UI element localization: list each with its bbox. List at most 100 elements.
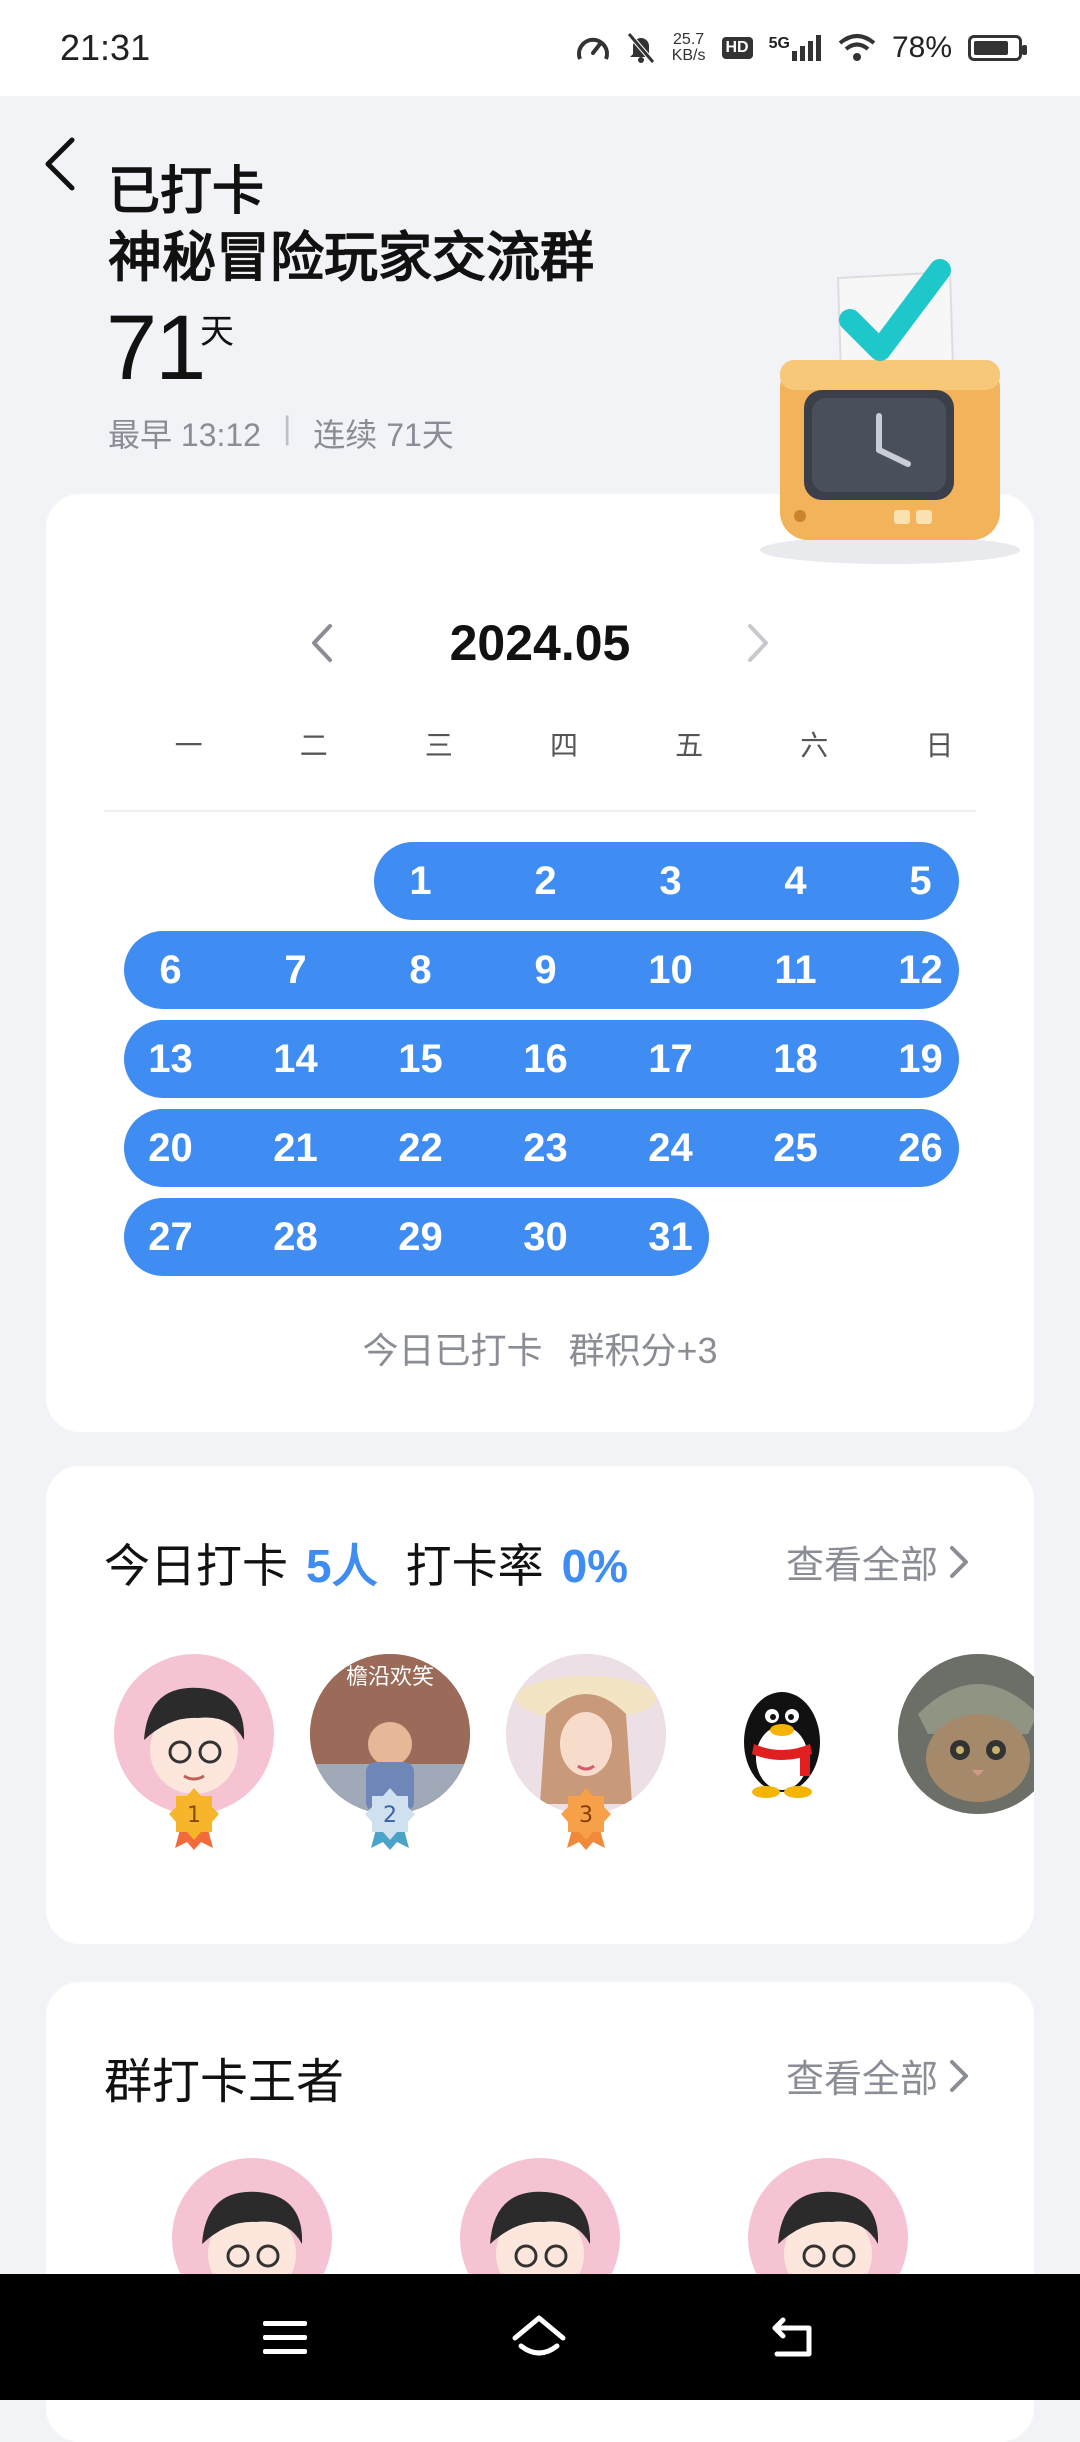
medal-bronze-icon: 3 bbox=[561, 1788, 611, 1850]
calendar-day[interactable]: 25 bbox=[756, 1109, 836, 1187]
kings-view-all-button[interactable]: 查看全部 bbox=[786, 2048, 970, 2103]
calendar-day[interactable]: 1 bbox=[381, 842, 461, 920]
battery-percent: 78% bbox=[891, 31, 952, 64]
calendar-day[interactable]: 10 bbox=[631, 931, 711, 1009]
today-view-all-button[interactable]: 查看全部 bbox=[786, 1534, 970, 1589]
calendar-day[interactable]: 23 bbox=[506, 1109, 586, 1187]
network-speed: 25.7 KB/s bbox=[672, 32, 706, 64]
battery-icon bbox=[968, 35, 1027, 61]
earliest-time: 最早 13:12 bbox=[108, 417, 261, 453]
calendar-day[interactable]: 6 bbox=[131, 931, 211, 1009]
checkin-kings-title: 群打卡王者 bbox=[104, 2056, 345, 2109]
today-avatar-list: 檐沿欢笑 1 2 3 bbox=[46, 1654, 1034, 1884]
calendar-divider bbox=[104, 810, 976, 812]
calendar-day[interactable]: 7 bbox=[256, 931, 336, 1009]
cat-photo-avatar bbox=[898, 1654, 1034, 1814]
home-icon[interactable] bbox=[509, 2312, 569, 2362]
calendar-day[interactable]: 12 bbox=[881, 931, 961, 1009]
calendar-day[interactable]: 3 bbox=[631, 842, 711, 920]
weekday-label: 一 bbox=[174, 730, 203, 761]
checkin-summary: 最早 13:12 | 连续 71天 bbox=[108, 410, 454, 456]
avatar[interactable] bbox=[898, 1654, 1034, 1814]
today-view-all-label: 查看全部 bbox=[785, 1545, 938, 1587]
calendar-day[interactable]: 16 bbox=[506, 1020, 586, 1098]
weekday-label: 二 bbox=[299, 730, 328, 761]
weekday-header: 一二三四五六日 bbox=[126, 724, 1002, 764]
checkin-mascot-illustration bbox=[760, 259, 1020, 564]
calendar-day[interactable]: 20 bbox=[131, 1109, 211, 1187]
today-checkin-status: 今日已打卡 群积分+3 bbox=[46, 1322, 1034, 1374]
calendar-day[interactable]: 13 bbox=[131, 1020, 211, 1098]
weekday-label: 六 bbox=[800, 730, 829, 761]
medal-rank-2: 2 bbox=[383, 1803, 397, 1828]
today-checkin-count: 5人 bbox=[306, 1540, 378, 1592]
today-checkin-label: 今日打卡 bbox=[104, 1540, 288, 1592]
speed-value: 25.7 bbox=[673, 31, 705, 48]
prev-month-button[interactable] bbox=[304, 620, 340, 666]
speedometer-icon bbox=[576, 37, 609, 60]
page-title: 已打卡 bbox=[108, 163, 265, 221]
status-icons: 25.7 KB/s HD 5G 78% bbox=[576, 31, 1027, 65]
calendar-day[interactable]: 22 bbox=[381, 1109, 461, 1187]
avatar-caption: 檐沿欢笑 bbox=[346, 1665, 434, 1690]
system-nav-bar bbox=[0, 2274, 1080, 2400]
medal-gold-icon: 1 bbox=[169, 1788, 219, 1850]
calendar-day[interactable]: 28 bbox=[256, 1198, 336, 1276]
network-type: 5G bbox=[768, 35, 790, 52]
calendar-day[interactable]: 14 bbox=[256, 1020, 336, 1098]
calendar-day[interactable]: 18 bbox=[756, 1020, 836, 1098]
signal-5g: 5G bbox=[769, 35, 822, 61]
checkin-rate-label: 打卡率 bbox=[405, 1540, 544, 1592]
calendar-day[interactable]: 11 bbox=[756, 931, 836, 1009]
calendar-day[interactable]: 19 bbox=[881, 1020, 961, 1098]
calendar-day[interactable]: 31 bbox=[631, 1198, 711, 1276]
calendar-day[interactable]: 15 bbox=[381, 1020, 461, 1098]
penguin-icon bbox=[744, 1692, 820, 1798]
calendar-card: 2024.05 一二三四五六日 1 2 3 4 5 6 7 8 9 10 11 12 13 14 15 16 1… bbox=[46, 494, 1034, 1432]
signal-icon bbox=[791, 35, 821, 61]
wifi-icon bbox=[838, 34, 876, 61]
today-checkin-header: 今日打卡 5人 打卡率 0% bbox=[104, 1530, 628, 1596]
status-time: 21:31 bbox=[60, 27, 151, 68]
calendar-day[interactable]: 2 bbox=[506, 842, 586, 920]
today-checkin-card: 今日打卡 5人 打卡率 0% 查看全部 檐沿欢笑 1 2 3 bbox=[46, 1466, 1034, 1944]
medal-rank-1: 1 bbox=[187, 1803, 201, 1828]
status-bar: 21:31 25.7 KB/s HD 5G 78% bbox=[0, 0, 1080, 96]
calendar-day[interactable]: 26 bbox=[881, 1109, 961, 1187]
calendar-day[interactable]: 30 bbox=[506, 1198, 586, 1276]
hd-badge: HD bbox=[721, 37, 753, 59]
mute-bell-icon bbox=[626, 32, 655, 64]
next-month-button[interactable] bbox=[740, 620, 776, 666]
streak-days: 连续 71天 bbox=[313, 417, 454, 453]
speed-unit: KB/s bbox=[671, 47, 706, 64]
month-switcher: 2024.05 bbox=[46, 614, 1034, 672]
medal-rank-3: 3 bbox=[579, 1803, 593, 1828]
today-status-text: 今日已打卡 bbox=[362, 1330, 543, 1371]
calendar-day[interactable]: 5 bbox=[881, 842, 961, 920]
weekday-label: 三 bbox=[424, 730, 453, 761]
chevron-right-icon bbox=[950, 1545, 968, 1578]
menu-icon[interactable] bbox=[261, 2317, 309, 2357]
checkin-rate-value: 0% bbox=[561, 1540, 629, 1592]
calendar-day[interactable]: 8 bbox=[381, 931, 461, 1009]
calendar-day[interactable]: 4 bbox=[756, 842, 836, 920]
chevron-right-icon bbox=[950, 2059, 968, 2092]
summary-separator: | bbox=[282, 410, 292, 446]
avatar[interactable] bbox=[702, 1654, 862, 1814]
calendar-day[interactable]: 27 bbox=[131, 1198, 211, 1276]
group-name: 神秘冒险玩家交流群 bbox=[108, 228, 594, 288]
back-button[interactable] bbox=[40, 134, 80, 194]
medal-silver-icon: 2 bbox=[365, 1788, 415, 1850]
kings-view-all-label: 查看全部 bbox=[785, 2059, 938, 2101]
back-nav-icon[interactable] bbox=[769, 2314, 819, 2360]
weekday-label: 日 bbox=[925, 730, 954, 761]
month-label: 2024.05 bbox=[449, 615, 631, 671]
checkin-days-unit: 天 bbox=[200, 313, 234, 351]
calendar-day[interactable]: 29 bbox=[381, 1198, 461, 1276]
calendar-day[interactable]: 21 bbox=[256, 1109, 336, 1187]
calendar-day[interactable]: 17 bbox=[631, 1020, 711, 1098]
checkin-days-count: 71 bbox=[106, 297, 206, 399]
weekday-label: 四 bbox=[549, 730, 578, 761]
calendar-day[interactable]: 9 bbox=[506, 931, 586, 1009]
calendar-day[interactable]: 24 bbox=[631, 1109, 711, 1187]
